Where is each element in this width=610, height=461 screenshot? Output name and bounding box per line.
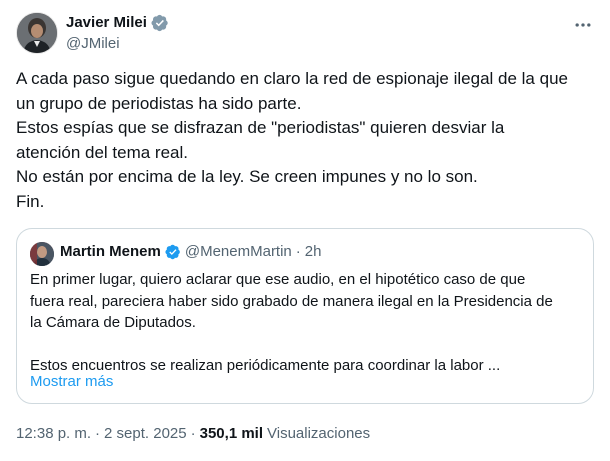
tweet-text-line: A cada paso sigue quedando en claro la r… bbox=[16, 69, 568, 88]
tweet-date[interactable]: 2 sept. 2025 bbox=[104, 424, 187, 444]
quoted-display-name: Martin Menem bbox=[60, 243, 161, 260]
author-name-row: Javier Milei bbox=[66, 13, 169, 33]
author-info: Javier Milei @JMilei bbox=[66, 13, 169, 54]
views-label: Visualizaciones bbox=[267, 425, 371, 442]
more-options-button[interactable] bbox=[570, 12, 596, 38]
quoted-text-line: la Cámara de Diputados. bbox=[30, 314, 196, 331]
quoted-text-blank-line bbox=[30, 334, 585, 356]
quoted-text-line: fuera real, pareciera haber sido grabado… bbox=[30, 292, 553, 310]
verified-badge-gray-icon[interactable] bbox=[151, 14, 169, 32]
quoted-timestamp: 2h bbox=[304, 243, 322, 260]
quoted-text-line: En primer lugar, quiero aclarar que ese … bbox=[30, 271, 526, 288]
quoted-header: Martin Menem @MenemMartin · 2h bbox=[60, 242, 321, 262]
quoted-text: En primer lugar, quiero aclarar que ese … bbox=[30, 269, 585, 377]
tweet-text-line: Fin. bbox=[16, 191, 45, 211]
tweet-text-line: Estos espías que se disfrazan de "period… bbox=[16, 118, 505, 137]
tweet-time[interactable]: 12:38 p. m. bbox=[16, 424, 91, 444]
verified-badge-blue-icon bbox=[165, 244, 181, 260]
tweet-text: A cada paso sigue quedando en claro la r… bbox=[16, 67, 586, 214]
quoted-tweet[interactable]: Martin Menem @MenemMartin · 2h En primer… bbox=[16, 228, 594, 404]
show-more-link[interactable]: Mostrar más bbox=[30, 371, 113, 393]
author-avatar[interactable] bbox=[16, 12, 58, 54]
quoted-separator: · bbox=[295, 243, 301, 260]
author-display-name[interactable]: Javier Milei bbox=[66, 13, 147, 33]
tweet-card: Javier Milei @JMilei A cada paso sigue q… bbox=[0, 0, 610, 461]
tweet-text-line: atención del tema real. bbox=[16, 142, 188, 162]
author-handle[interactable]: @JMilei bbox=[66, 34, 169, 54]
meta-separator: · bbox=[95, 425, 101, 442]
tweet-text-line: un grupo de periodistas ha sido parte. bbox=[16, 93, 302, 113]
meta-separator: · bbox=[190, 425, 196, 442]
tweet-metadata: 12:38 p. m. · 2 sept. 2025 · 350,1 mil V… bbox=[16, 424, 370, 444]
quoted-author-avatar bbox=[30, 242, 54, 266]
tweet-text-line: No están por encima de la ley. Se creen … bbox=[16, 167, 478, 186]
more-horizontal-icon bbox=[575, 23, 591, 27]
views-count: 350,1 mil bbox=[199, 425, 264, 442]
quoted-handle: @MenemMartin bbox=[184, 243, 292, 260]
